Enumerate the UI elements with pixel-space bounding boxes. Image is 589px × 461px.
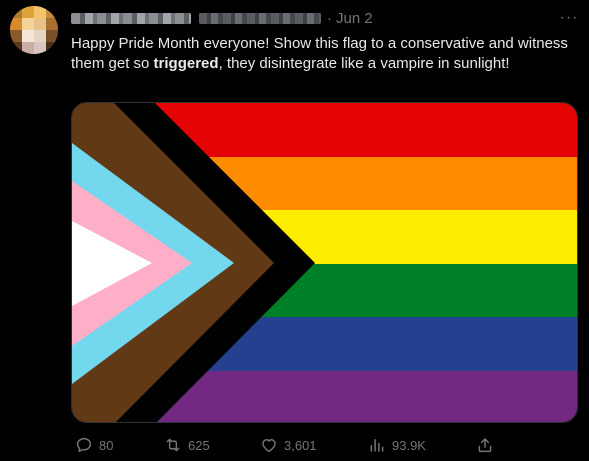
tweet: · Jun 2 ··· Happy Pride Month everyone! …: [0, 0, 589, 461]
more-options-icon[interactable]: ···: [557, 8, 581, 28]
tweet-date[interactable]: Jun 2: [336, 10, 373, 27]
share-upload-icon: [478, 438, 492, 453]
views-count: 93.9K: [392, 437, 426, 453]
reply-button[interactable]: 80: [75, 432, 113, 458]
tweet-header: · Jun 2: [71, 8, 373, 28]
reply-bubble-icon: [76, 437, 92, 453]
tweet-text-bold: triggered: [153, 55, 219, 72]
share-button[interactable]: [476, 432, 500, 458]
heart-icon: [262, 439, 276, 453]
views-button[interactable]: 93.9K: [368, 432, 426, 458]
avatar[interactable]: [10, 6, 58, 54]
username-redacted[interactable]: [199, 12, 321, 24]
separator-dot: ·: [327, 9, 332, 27]
pixelated-avatar-image: [10, 6, 58, 54]
display-name-redacted[interactable]: [71, 12, 191, 24]
retweet-count: 625: [188, 437, 210, 453]
like-button[interactable]: 3,601: [260, 432, 317, 458]
like-count: 3,601: [284, 437, 317, 453]
retweet-button[interactable]: 625: [164, 432, 210, 458]
tweet-text-part: , they disintegrate like a vampire in su…: [218, 55, 510, 72]
views-bar-chart-icon: [370, 439, 384, 452]
tweet-media-image[interactable]: [71, 102, 578, 423]
tweet-text: Happy Pride Month everyone! Show this fl…: [71, 34, 576, 74]
progress-pride-flag-image: [72, 103, 577, 422]
retweet-icon: [166, 438, 180, 452]
reply-count: 80: [99, 437, 114, 453]
tweet-actions: 80 625 3,601 93.9K: [71, 432, 501, 458]
